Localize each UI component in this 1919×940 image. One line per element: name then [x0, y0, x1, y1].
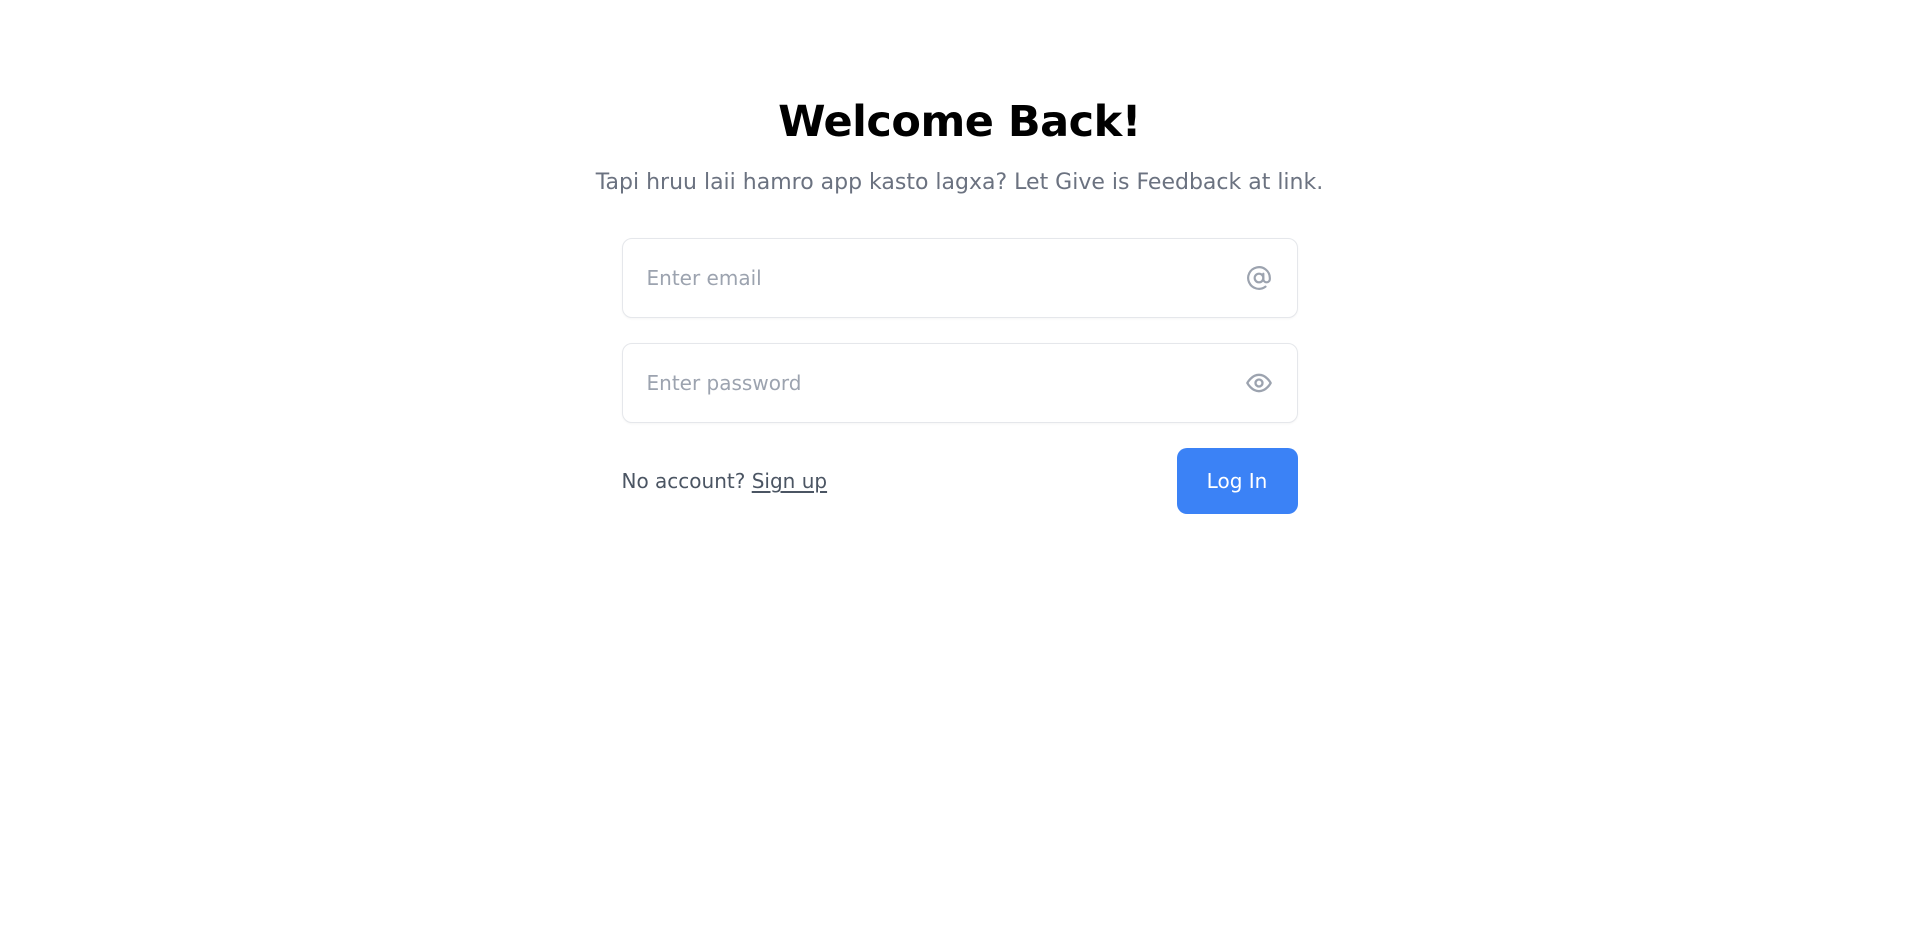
- signup-prompt: No account? Sign up: [622, 469, 828, 493]
- password-field-wrapper: [621, 343, 1298, 423]
- email-input[interactable]: [622, 239, 1297, 317]
- password-input[interactable]: [622, 344, 1297, 422]
- login-container: Welcome Back! Tapi hruu laii hamro app k…: [0, 90, 1919, 514]
- page-title: Welcome Back!: [778, 97, 1141, 147]
- login-form: No account? Sign up Log In: [621, 238, 1298, 514]
- no-account-text: No account?: [621, 469, 746, 493]
- signup-link[interactable]: Sign up: [752, 469, 827, 493]
- login-button[interactable]: Log In: [1176, 448, 1298, 514]
- login-page: Welcome Back! Tapi hruu laii hamro app k…: [0, 0, 1919, 940]
- at-sign-icon: [1245, 264, 1273, 292]
- page-subtitle: Tapi hruu laii hamro app kasto lagxa? Le…: [595, 170, 1324, 195]
- eye-icon[interactable]: [1245, 369, 1273, 397]
- form-actions: No account? Sign up Log In: [622, 448, 1298, 514]
- email-field-wrapper: [621, 238, 1298, 318]
